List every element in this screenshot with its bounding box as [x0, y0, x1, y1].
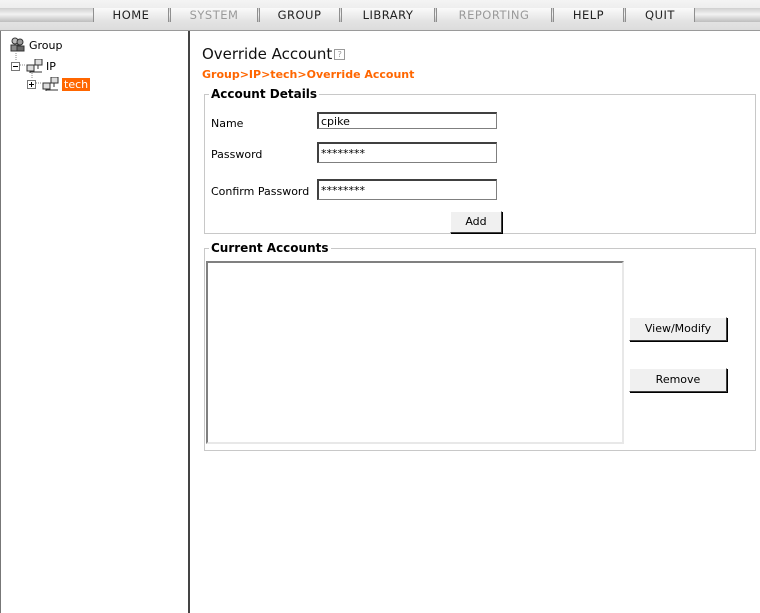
tree-label-ip: IP	[46, 59, 56, 73]
page-title: Override Account?	[202, 45, 346, 63]
view-modify-button[interactable]: View/Modify	[629, 317, 727, 341]
main-content: Override Account? Group>IP>tech>Override…	[192, 31, 760, 613]
name-label: Name	[211, 117, 244, 130]
menu-reporting[interactable]: REPORTING	[436, 8, 552, 22]
top-menu-bar: HOME SYSTEM GROUP LIBRARY REPORTING HELP…	[0, 0, 760, 31]
breadcrumb: Group>IP>tech>Override Account	[202, 68, 415, 81]
menu-home[interactable]: HOME	[93, 8, 169, 22]
accounts-listbox[interactable]	[206, 261, 624, 444]
confirm-password-label: Confirm Password	[211, 185, 310, 198]
tree-label-tech: tech	[62, 77, 91, 91]
tree-node-ip[interactable]: IP	[11, 59, 56, 73]
account-details-group: Account Details Name Password Confirm Pa…	[204, 87, 756, 234]
password-label: Password	[211, 148, 263, 161]
tree-node-tech[interactable]: tech	[27, 77, 91, 91]
current-accounts-legend: Current Accounts	[209, 241, 331, 255]
expand-icon[interactable]	[27, 79, 36, 89]
account-details-legend: Account Details	[209, 87, 320, 101]
confirm-password-field[interactable]	[317, 179, 497, 200]
menu-library[interactable]: LIBRARY	[341, 8, 435, 22]
menu-help[interactable]: HELP	[553, 8, 624, 22]
network-icon	[42, 77, 60, 91]
collapse-icon[interactable]	[11, 61, 20, 71]
page-title-text: Override Account	[202, 45, 333, 63]
add-button[interactable]: Add	[450, 211, 502, 233]
group-tree-panel: Group IP tech	[0, 31, 190, 613]
remove-button[interactable]: Remove	[629, 368, 727, 392]
current-accounts-group: Current Accounts View/Modify Remove	[204, 241, 756, 451]
help-icon[interactable]: ?	[334, 49, 346, 60]
menu-system[interactable]: SYSTEM	[170, 8, 258, 22]
menu-group[interactable]: GROUP	[259, 8, 340, 22]
password-field[interactable]	[317, 142, 497, 163]
name-field[interactable]	[317, 112, 497, 129]
network-icon	[26, 59, 44, 73]
menu-quit[interactable]: QUIT	[625, 8, 695, 22]
